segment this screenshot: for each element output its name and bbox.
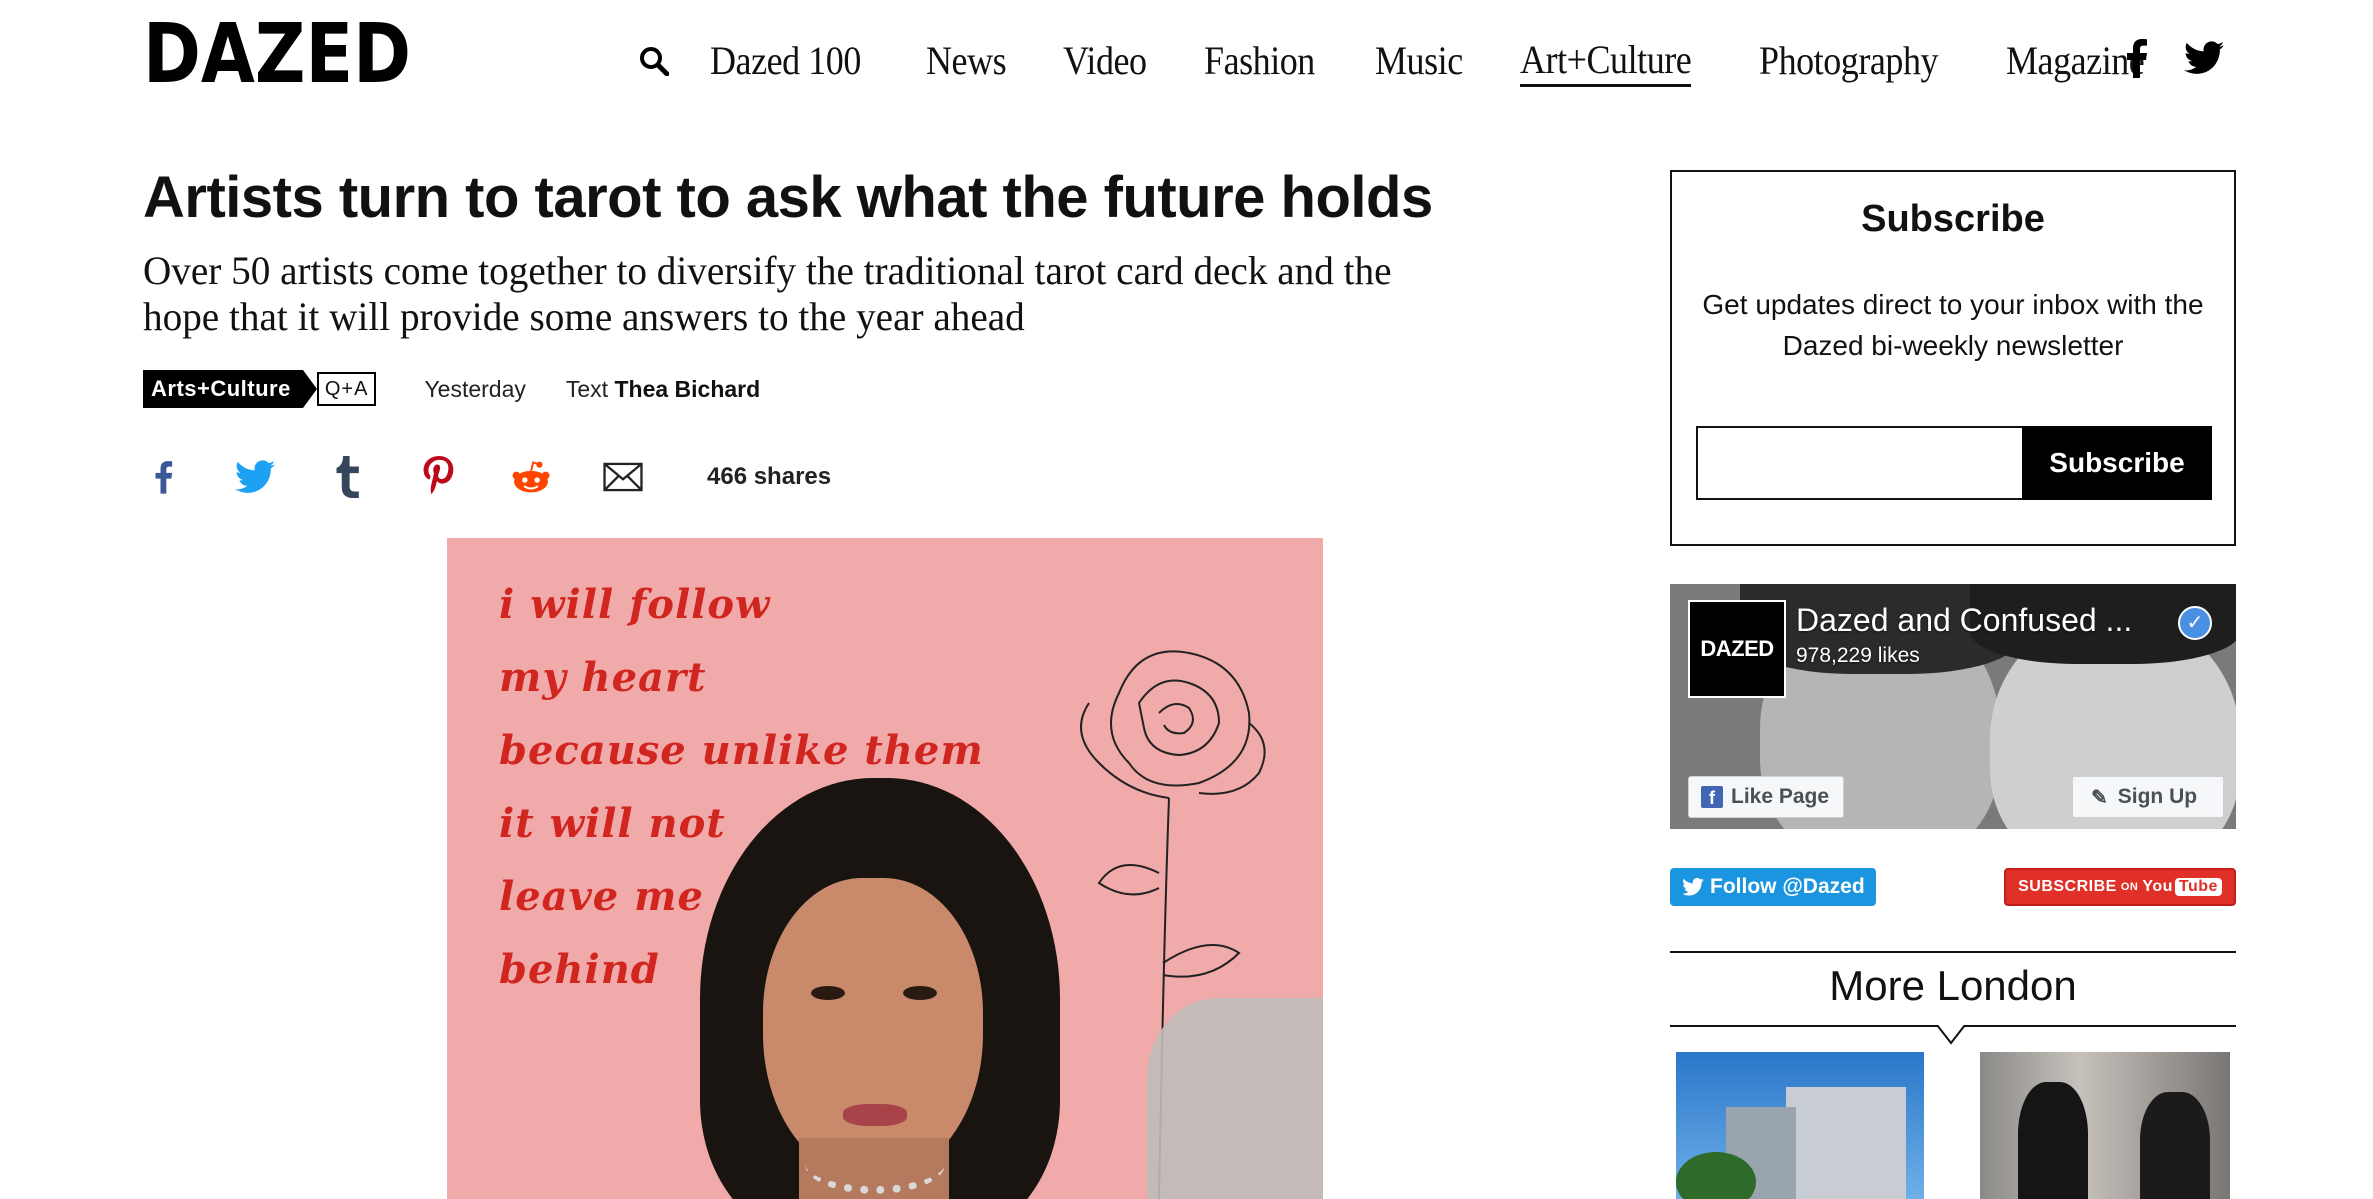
tumblr-share-icon[interactable] bbox=[327, 454, 367, 500]
portrait-necklace bbox=[805, 1134, 945, 1194]
more-london-thumbnail[interactable] bbox=[1980, 1052, 2230, 1199]
article-subtitle: Over 50 artists come together to diversi… bbox=[143, 248, 1392, 339]
newsletter-subscribe-button[interactable]: Subscribe bbox=[2022, 426, 2212, 500]
newsletter-description: Get updates direct to your inbox with th… bbox=[1702, 289, 2204, 361]
category-tag[interactable]: Arts+Culture bbox=[143, 370, 303, 408]
share-bar: 466 shares bbox=[143, 452, 831, 502]
article-meta: Arts+Culture Q+A Yesterday Text Thea Bic… bbox=[143, 370, 760, 408]
dazed-logo[interactable]: DAZED bbox=[143, 18, 411, 90]
nav-item-video[interactable]: Video bbox=[1063, 37, 1147, 85]
twitter-follow-button[interactable]: Follow @Dazed bbox=[1670, 868, 1876, 906]
newsletter-box: Subscribe Get updates direct to your inb… bbox=[1670, 170, 2236, 546]
divider bbox=[1670, 951, 2236, 953]
nav-item-music[interactable]: Music bbox=[1375, 37, 1463, 85]
portrait-eye bbox=[903, 986, 937, 1000]
thumbnail-person bbox=[2018, 1082, 2088, 1199]
hero-image[interactable]: i will follow my heart because unlike th… bbox=[447, 538, 1323, 1199]
thumbnail-building bbox=[1786, 1087, 1906, 1199]
youtube-you-label: You bbox=[2142, 878, 2173, 895]
article-title: Artists turn to tarot to ask what the fu… bbox=[143, 165, 1433, 230]
pinterest-share-icon[interactable] bbox=[419, 454, 459, 500]
format-tag[interactable]: Q+A bbox=[316, 372, 377, 406]
section-notch-icon bbox=[1937, 1025, 1965, 1045]
facebook-like-page-button[interactable]: f Like Page bbox=[1688, 776, 1844, 818]
youtube-subscribe-button[interactable]: SUBSCRIBE ON You Tube bbox=[2004, 868, 2236, 906]
verified-badge-icon: ✓ bbox=[2178, 606, 2212, 640]
youtube-subscribe-label: SUBSCRIBE bbox=[2018, 878, 2117, 895]
svg-text:DAZED: DAZED bbox=[143, 18, 411, 90]
facebook-sign-up-button[interactable]: ✎ Sign Up bbox=[2072, 776, 2224, 818]
twitter-follow-label: Follow @Dazed bbox=[1710, 875, 1865, 898]
sign-up-label: Sign Up bbox=[2117, 785, 2198, 808]
newsletter-email-input[interactable] bbox=[1696, 426, 2022, 500]
facebook-page-widget[interactable]: DAZED Dazed and Confused ... ✓ 978,229 l… bbox=[1670, 584, 2236, 829]
twitter-icon[interactable] bbox=[2184, 41, 2224, 75]
nav-item-dazed-100[interactable]: Dazed 100 bbox=[710, 37, 861, 85]
facebook-like-count: 978,229 likes bbox=[1796, 644, 1920, 667]
more-london-thumbnail[interactable] bbox=[1676, 1052, 1924, 1199]
facebook-icon[interactable] bbox=[2124, 38, 2148, 78]
category-tag-arrow bbox=[302, 370, 317, 408]
author-name[interactable]: Thea Bichard bbox=[614, 376, 760, 402]
nav-item-art-culture[interactable]: Art+Culture bbox=[1520, 36, 1692, 87]
poem-line: my heart bbox=[499, 654, 707, 701]
youtube-on-label: ON bbox=[2120, 881, 2139, 893]
nav-item-fashion[interactable]: Fashion bbox=[1204, 37, 1315, 85]
search-icon[interactable] bbox=[636, 43, 672, 79]
newsletter-title: Subscribe bbox=[1861, 198, 2045, 240]
poem-line: i will follow bbox=[499, 581, 771, 628]
lace-collage bbox=[1147, 998, 1323, 1199]
nav-item-news[interactable]: News bbox=[926, 37, 1007, 85]
portrait-lips bbox=[843, 1104, 907, 1126]
pencil-icon: ✎ bbox=[2091, 786, 2108, 809]
facebook-share-icon[interactable] bbox=[143, 454, 183, 500]
byline: Text Thea Bichard bbox=[566, 376, 760, 403]
youtube-tube-label: Tube bbox=[2174, 878, 2222, 896]
twitter-icon bbox=[1682, 878, 1704, 896]
facebook-icon: f bbox=[1701, 786, 1723, 808]
poem-line: because unlike them bbox=[499, 727, 984, 774]
portrait-eye bbox=[811, 986, 845, 1000]
more-section-title: More London bbox=[1829, 962, 2077, 1009]
share-count: 466 shares bbox=[707, 463, 832, 490]
publish-date: Yesterday bbox=[424, 375, 526, 402]
main-nav: Dazed 100 News Video Fashion Music Art+C… bbox=[636, 36, 2207, 87]
twitter-share-icon[interactable] bbox=[235, 454, 275, 500]
email-share-icon[interactable] bbox=[603, 454, 643, 500]
facebook-page-avatar[interactable]: DAZED bbox=[1688, 600, 1786, 698]
nav-item-photography[interactable]: Photography bbox=[1759, 37, 1938, 85]
thumbnail-person bbox=[2140, 1092, 2210, 1199]
reddit-share-icon[interactable] bbox=[511, 454, 551, 500]
facebook-page-name[interactable]: Dazed and Confused ... bbox=[1796, 602, 2132, 639]
byline-prefix: Text bbox=[565, 375, 609, 402]
header-social bbox=[2124, 38, 2224, 78]
portrait-face bbox=[763, 878, 983, 1178]
like-page-label: Like Page bbox=[1731, 785, 1830, 808]
